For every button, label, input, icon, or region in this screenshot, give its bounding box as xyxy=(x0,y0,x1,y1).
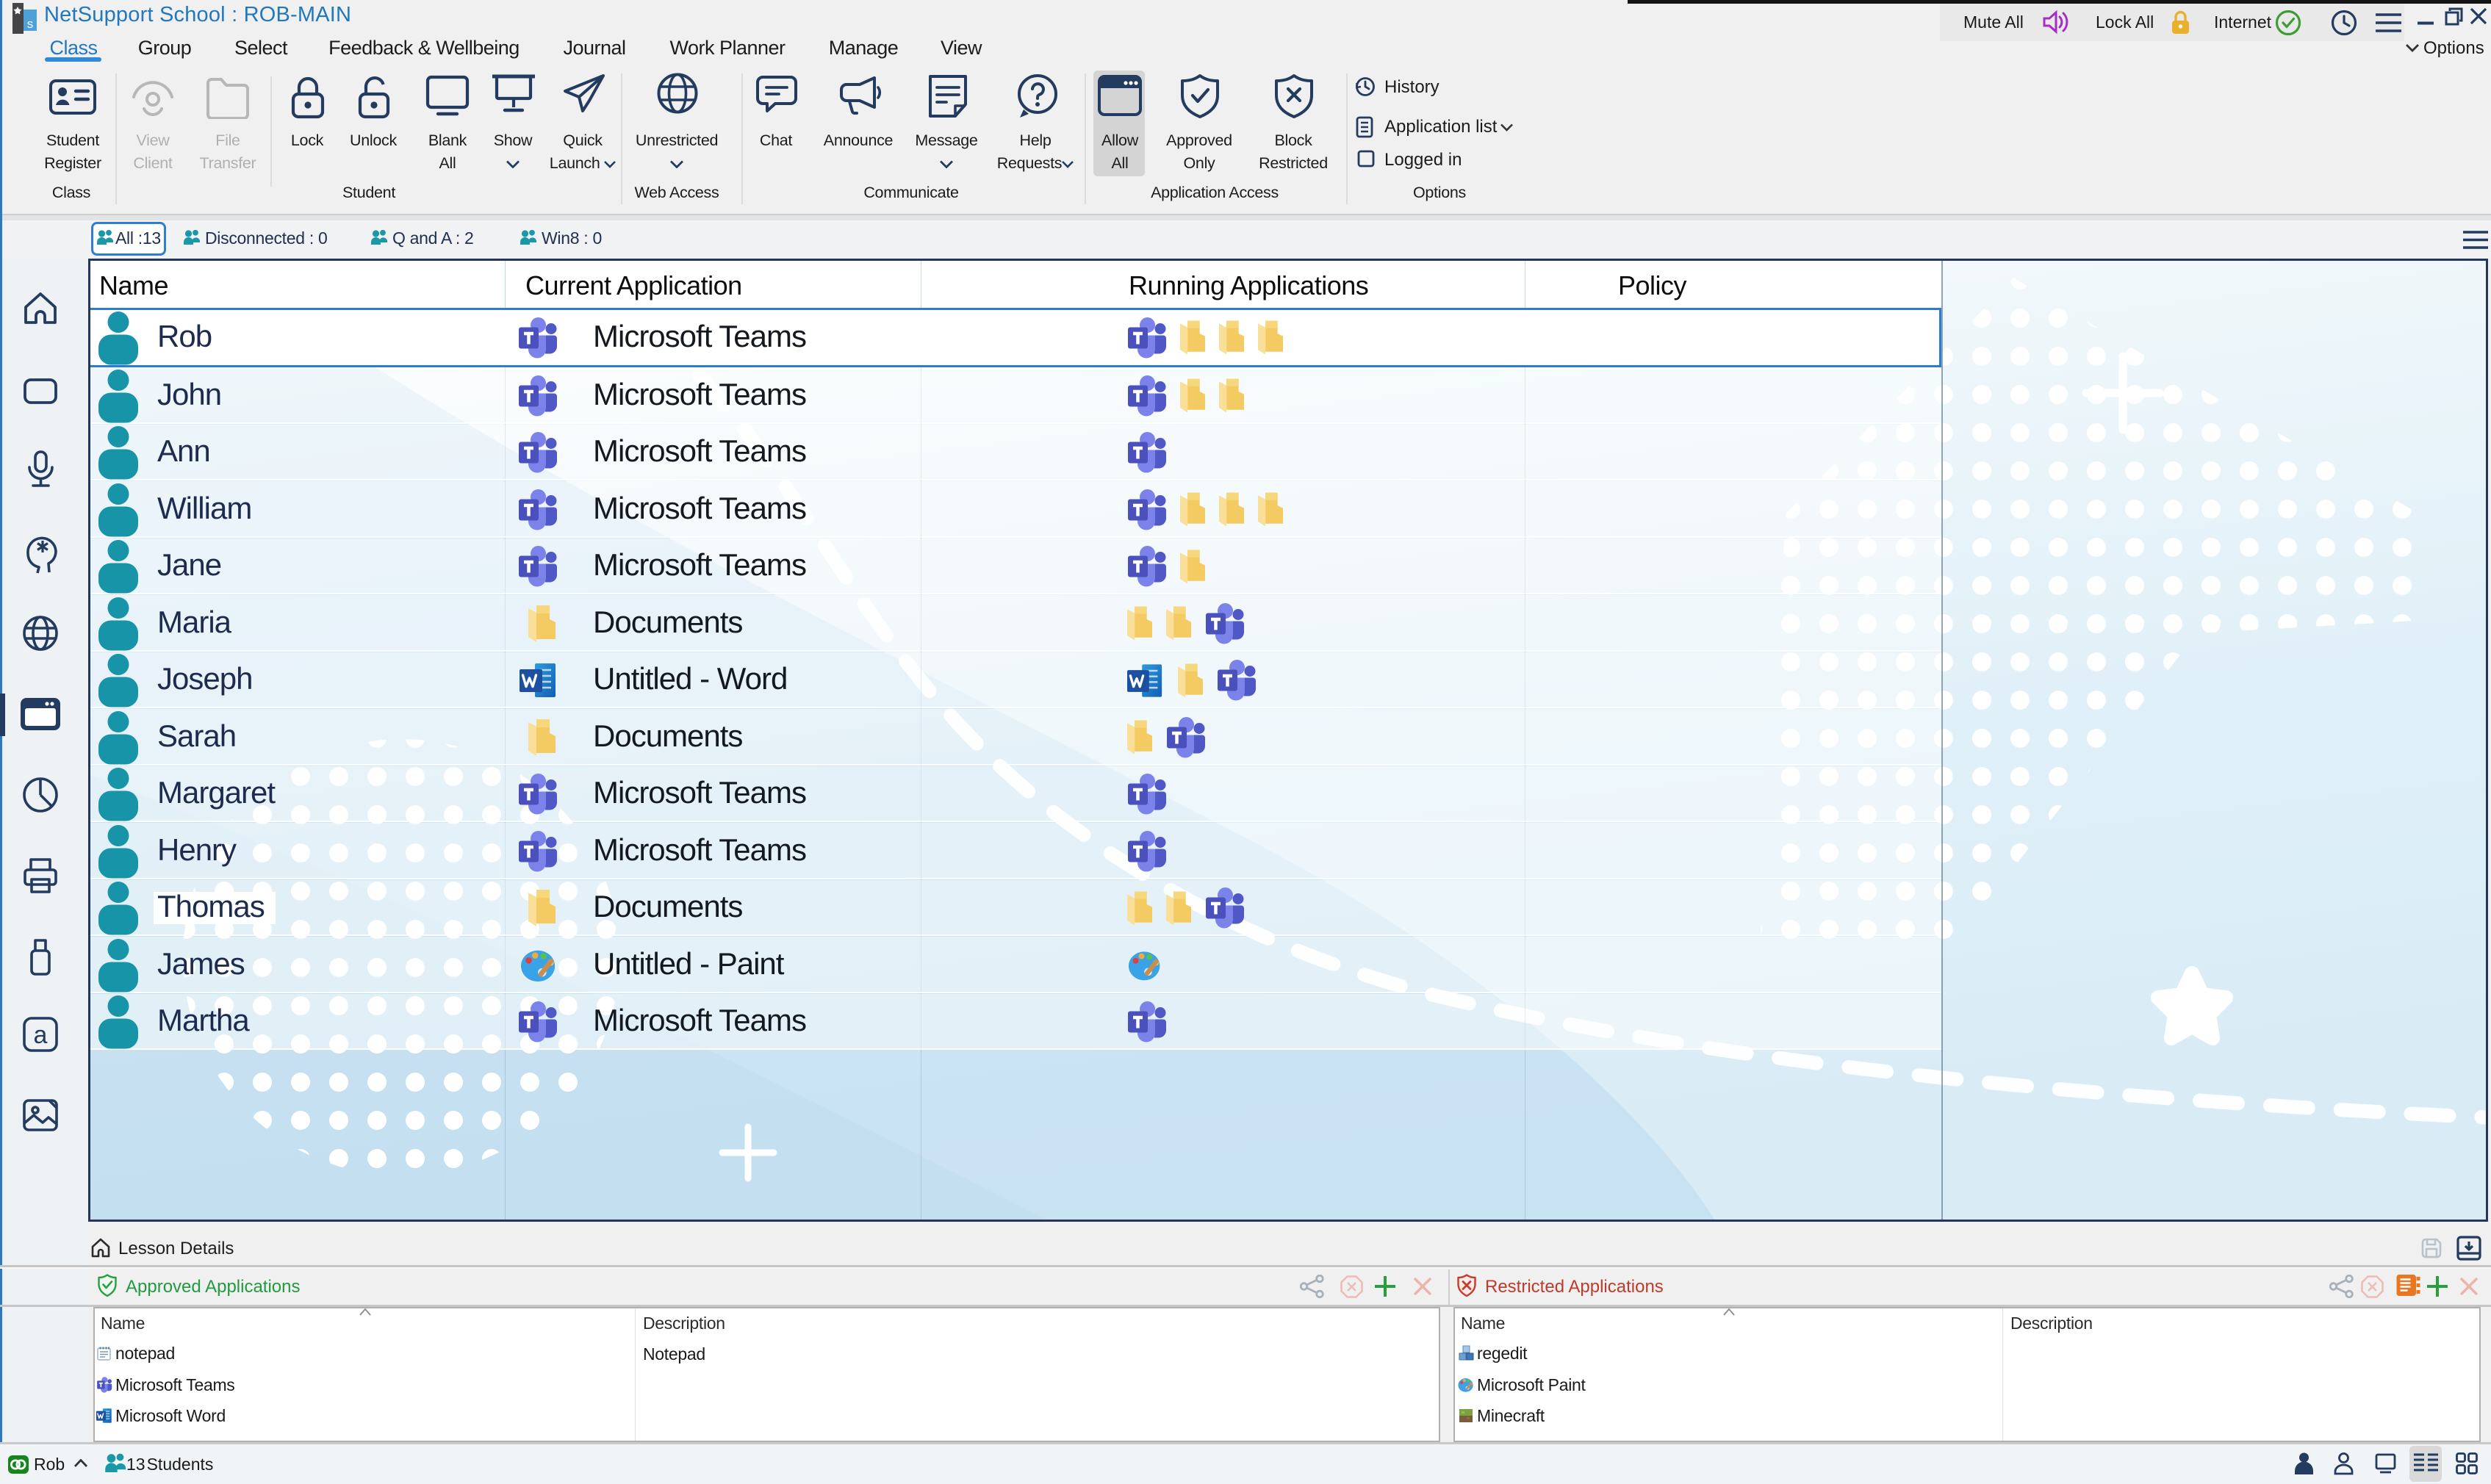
svg-text:s: s xyxy=(27,17,34,31)
svg-text:a: a xyxy=(34,1021,48,1049)
